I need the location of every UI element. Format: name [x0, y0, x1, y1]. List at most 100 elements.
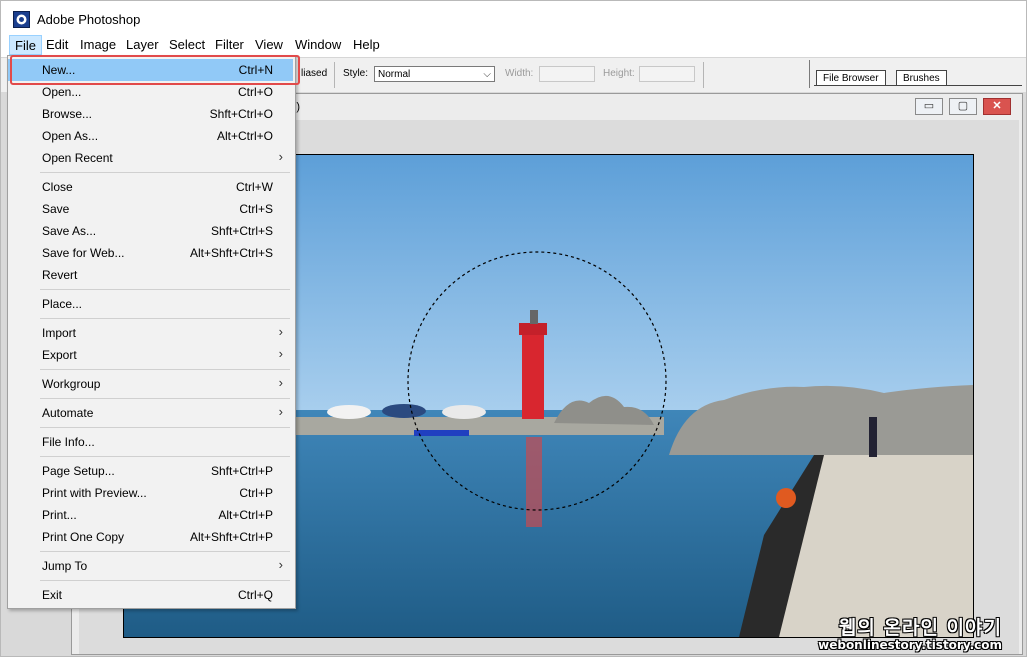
menu-item-label: Import	[42, 326, 77, 340]
menu-bar: File Edit Image Layer Select Filter View…	[1, 35, 1026, 55]
menu-item-shortcut: Ctrl+O	[237, 85, 273, 99]
separator	[334, 62, 335, 88]
style-label: Style:	[343, 68, 369, 79]
menu-item-exit[interactable]: Exit Ctrl+Q	[8, 584, 293, 606]
menu-item-place[interactable]: Place...	[8, 293, 293, 315]
photoshop-app-icon	[13, 11, 30, 28]
menu-item-shortcut: Alt+Shft+Ctrl+P	[189, 530, 273, 544]
menu-separator	[40, 551, 290, 552]
lighthouse-reflection	[526, 437, 542, 527]
file-menu-dropdown: New... Ctrl+N Open... Ctrl+O Browse... S…	[7, 55, 296, 609]
close-button[interactable]: ✕	[983, 98, 1011, 115]
menu-separator	[40, 172, 290, 173]
menu-select[interactable]: Select	[164, 35, 210, 55]
menu-separator	[40, 369, 290, 370]
menu-item-open-as[interactable]: Open As... Alt+Ctrl+O	[8, 125, 293, 147]
menu-help[interactable]: Help	[348, 35, 385, 55]
car-white	[327, 405, 371, 419]
style-select-value: Normal	[378, 69, 411, 80]
separator	[703, 62, 704, 88]
style-select[interactable]: Normal ⌵	[374, 66, 495, 82]
width-label: Width:	[505, 68, 534, 79]
width-field[interactable]	[539, 66, 595, 82]
menu-item-print[interactable]: Print... Alt+Ctrl+P	[8, 504, 293, 526]
submenu-arrow-icon: ›	[278, 375, 283, 390]
menu-item-label: Workgroup	[42, 377, 101, 391]
car-white	[442, 405, 486, 419]
menu-item-label: Browse...	[42, 107, 93, 121]
menu-item-page-setup[interactable]: Page Setup... Shft+Ctrl+P	[8, 460, 293, 482]
tab-file-browser[interactable]: File Browser	[816, 70, 886, 86]
menu-item-label: Print...	[42, 508, 77, 522]
menu-item-label: File Info...	[42, 435, 95, 449]
menu-item-export[interactable]: Export ›	[8, 344, 293, 366]
submenu-arrow-icon: ›	[278, 149, 283, 164]
menu-item-shortcut: Ctrl+Q	[237, 588, 273, 602]
menu-item-print-one-copy[interactable]: Print One Copy Alt+Shft+Ctrl+P	[8, 526, 293, 548]
menu-item-label: Open As...	[42, 129, 99, 143]
maximize-button[interactable]: ▢	[949, 98, 977, 115]
chevron-down-icon: ⌵	[483, 69, 491, 80]
menu-filter[interactable]: Filter	[210, 35, 249, 55]
menu-item-label: Open...	[42, 85, 82, 99]
menu-view[interactable]: View	[250, 35, 288, 55]
menu-item-revert[interactable]: Revert	[8, 264, 293, 286]
menu-item-label: Place...	[42, 297, 83, 311]
height-label: Height:	[603, 68, 635, 79]
menu-item-close[interactable]: Close Ctrl+W	[8, 176, 293, 198]
menu-separator	[40, 427, 290, 428]
menu-window[interactable]: Window	[290, 35, 346, 55]
menu-item-shortcut: Alt+Shft+Ctrl+S	[189, 246, 273, 260]
menu-item-save-as[interactable]: Save As... Shft+Ctrl+S	[8, 220, 293, 242]
lighthouse-lamp	[530, 310, 538, 324]
submenu-arrow-icon: ›	[278, 346, 283, 361]
watermark: 웹의 온라인 이야기 webonlinestory.tistory.com	[818, 613, 1002, 652]
menu-item-label: Print with Preview...	[42, 486, 147, 500]
menu-image[interactable]: Image	[75, 35, 121, 55]
menu-item-jump-to[interactable]: Jump To ›	[8, 555, 293, 577]
height-field[interactable]	[639, 66, 695, 82]
submenu-arrow-icon: ›	[278, 324, 283, 339]
menu-item-save-for-web[interactable]: Save for Web... Alt+Shft+Ctrl+S	[8, 242, 293, 264]
menu-item-label: Open Recent	[42, 151, 113, 165]
menu-item-import[interactable]: Import ›	[8, 322, 293, 344]
menu-item-label: Revert	[42, 268, 78, 282]
fisherman	[869, 417, 877, 457]
anti-aliased-label: liased	[301, 68, 328, 79]
lighthouse-top	[519, 323, 547, 335]
palette-well-line	[814, 85, 1022, 86]
menu-separator	[40, 398, 290, 399]
menu-item-open-recent[interactable]: Open Recent ›	[8, 147, 293, 169]
menu-item-automate[interactable]: Automate ›	[8, 402, 293, 424]
menu-item-label: Print One Copy	[42, 530, 125, 544]
submenu-arrow-icon: ›	[278, 557, 283, 572]
menu-file[interactable]: File	[9, 35, 42, 55]
menu-separator	[40, 318, 290, 319]
menu-item-file-info[interactable]: File Info...	[8, 431, 293, 453]
tab-brushes[interactable]: Brushes	[896, 70, 947, 86]
menu-item-label: Close	[42, 180, 73, 194]
menu-item-workgroup[interactable]: Workgroup ›	[8, 373, 293, 395]
menu-item-label: Automate	[42, 406, 94, 420]
watermark-korean: 웹의 온라인 이야기	[838, 617, 1002, 639]
window-title: Adobe Photoshop	[37, 12, 141, 27]
menu-item-label: Exit	[42, 588, 63, 602]
menu-item-shortcut: Ctrl+S	[239, 202, 273, 216]
blue-floats	[414, 430, 469, 436]
menu-item-shortcut: Alt+Ctrl+O	[216, 129, 273, 143]
title-bar: Adobe Photoshop	[1, 1, 1026, 35]
menu-item-label: Save	[42, 202, 70, 216]
menu-edit[interactable]: Edit	[41, 35, 73, 55]
menu-item-save[interactable]: Save Ctrl+S	[8, 198, 293, 220]
menu-item-label: Export	[42, 348, 77, 362]
menu-item-shortcut: Ctrl+P	[239, 486, 273, 500]
menu-item-label: Jump To	[42, 559, 88, 573]
menu-item-print-with-preview[interactable]: Print with Preview... Ctrl+P	[8, 482, 293, 504]
menu-separator	[40, 289, 290, 290]
menu-layer[interactable]: Layer	[121, 35, 164, 55]
menu-separator	[40, 456, 290, 457]
orange-buoy	[776, 488, 796, 508]
minimize-button[interactable]: ▭	[915, 98, 943, 115]
palette-well: File Browser Brushes	[809, 60, 1024, 88]
menu-item-browse[interactable]: Browse... Shft+Ctrl+O	[8, 103, 293, 125]
